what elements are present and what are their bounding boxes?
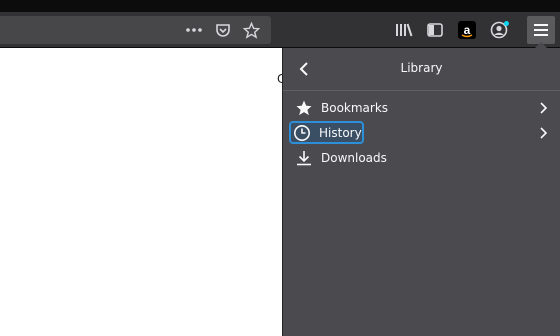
sidebar-icon[interactable] xyxy=(423,18,447,42)
panel-header: Library xyxy=(283,48,560,91)
menu-icon[interactable] xyxy=(527,16,555,44)
menu-item-history-overlay[interactable]: History xyxy=(289,121,364,144)
menu-item-label: Downloads xyxy=(321,151,387,165)
download-icon xyxy=(294,148,314,168)
more-icon[interactable] xyxy=(182,18,206,42)
clock-icon xyxy=(292,123,312,143)
navigation-toolbar: a xyxy=(0,12,560,48)
panel-title: Library xyxy=(400,61,443,75)
account-icon[interactable] xyxy=(487,18,511,42)
pocket-icon[interactable] xyxy=(211,18,235,42)
notification-dot xyxy=(504,21,509,26)
menu-item-label: Bookmarks xyxy=(321,101,389,115)
library-icon[interactable] xyxy=(392,18,416,42)
menu-item-downloads[interactable]: Downloads xyxy=(289,147,553,169)
menu-item-bookmarks[interactable]: Bookmarks xyxy=(289,97,553,119)
amazon-icon[interactable]: a xyxy=(455,18,479,42)
chevron-right-icon xyxy=(537,100,551,116)
star-icon[interactable] xyxy=(239,18,263,42)
title-bar xyxy=(0,0,560,12)
chevron-right-icon xyxy=(537,125,551,141)
menu-item-label: History xyxy=(319,125,362,140)
library-panel: Library Bookmarks History Downloads xyxy=(282,48,560,336)
svg-text:a: a xyxy=(464,23,471,37)
star-icon xyxy=(294,98,314,118)
